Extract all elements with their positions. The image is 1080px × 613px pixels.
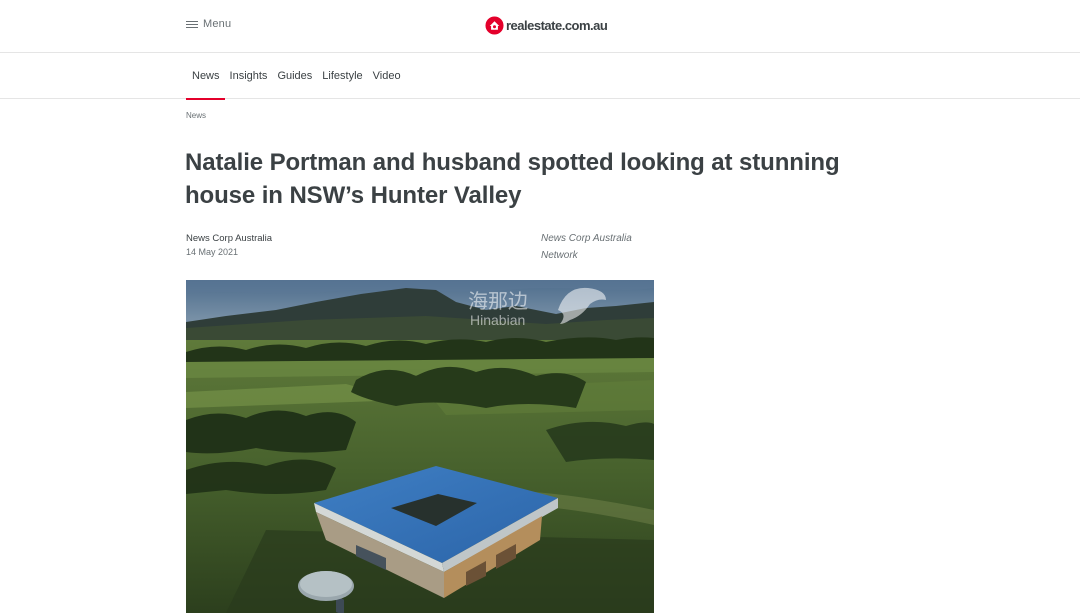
section-nav: News Insights Guides Lifestyle Video [0, 53, 1080, 100]
nav-item-lifestyle[interactable]: Lifestyle [317, 53, 367, 99]
nav-item-video[interactable]: Video [368, 53, 406, 99]
hero-image: 海那边 Hinabian [186, 280, 654, 613]
hamburger-icon [186, 19, 198, 29]
article-byline: News Corp Australia 14 May 2021 [186, 233, 272, 257]
nav-item-news[interactable]: News [186, 53, 225, 100]
nav-item-insights[interactable]: Insights [225, 53, 273, 99]
article-title: Natalie Portman and husband spotted look… [185, 149, 840, 209]
watermark-chinese: 海那边 [468, 289, 528, 313]
logo-text: realestate.com.au [506, 18, 608, 33]
breadcrumb-news[interactable]: News [186, 111, 206, 120]
article-author[interactable]: News Corp Australia [186, 233, 272, 244]
article-date: 14 May 2021 [186, 247, 239, 257]
house-logo-icon [485, 16, 504, 35]
site-header: Menu realestate.com.au [0, 0, 1080, 53]
site-logo[interactable]: realestate.com.au [485, 16, 608, 35]
watermark-latin: Hinabian [470, 312, 525, 328]
article-network: News Corp Australia Network [541, 233, 632, 261]
menu-label: Menu [203, 18, 232, 30]
aerial-house-photo: 海那边 Hinabian [186, 280, 654, 613]
nav-item-guides[interactable]: Guides [272, 53, 317, 99]
section-nav-items: News Insights Guides Lifestyle Video [186, 53, 406, 100]
menu-button[interactable]: Menu [186, 18, 231, 30]
